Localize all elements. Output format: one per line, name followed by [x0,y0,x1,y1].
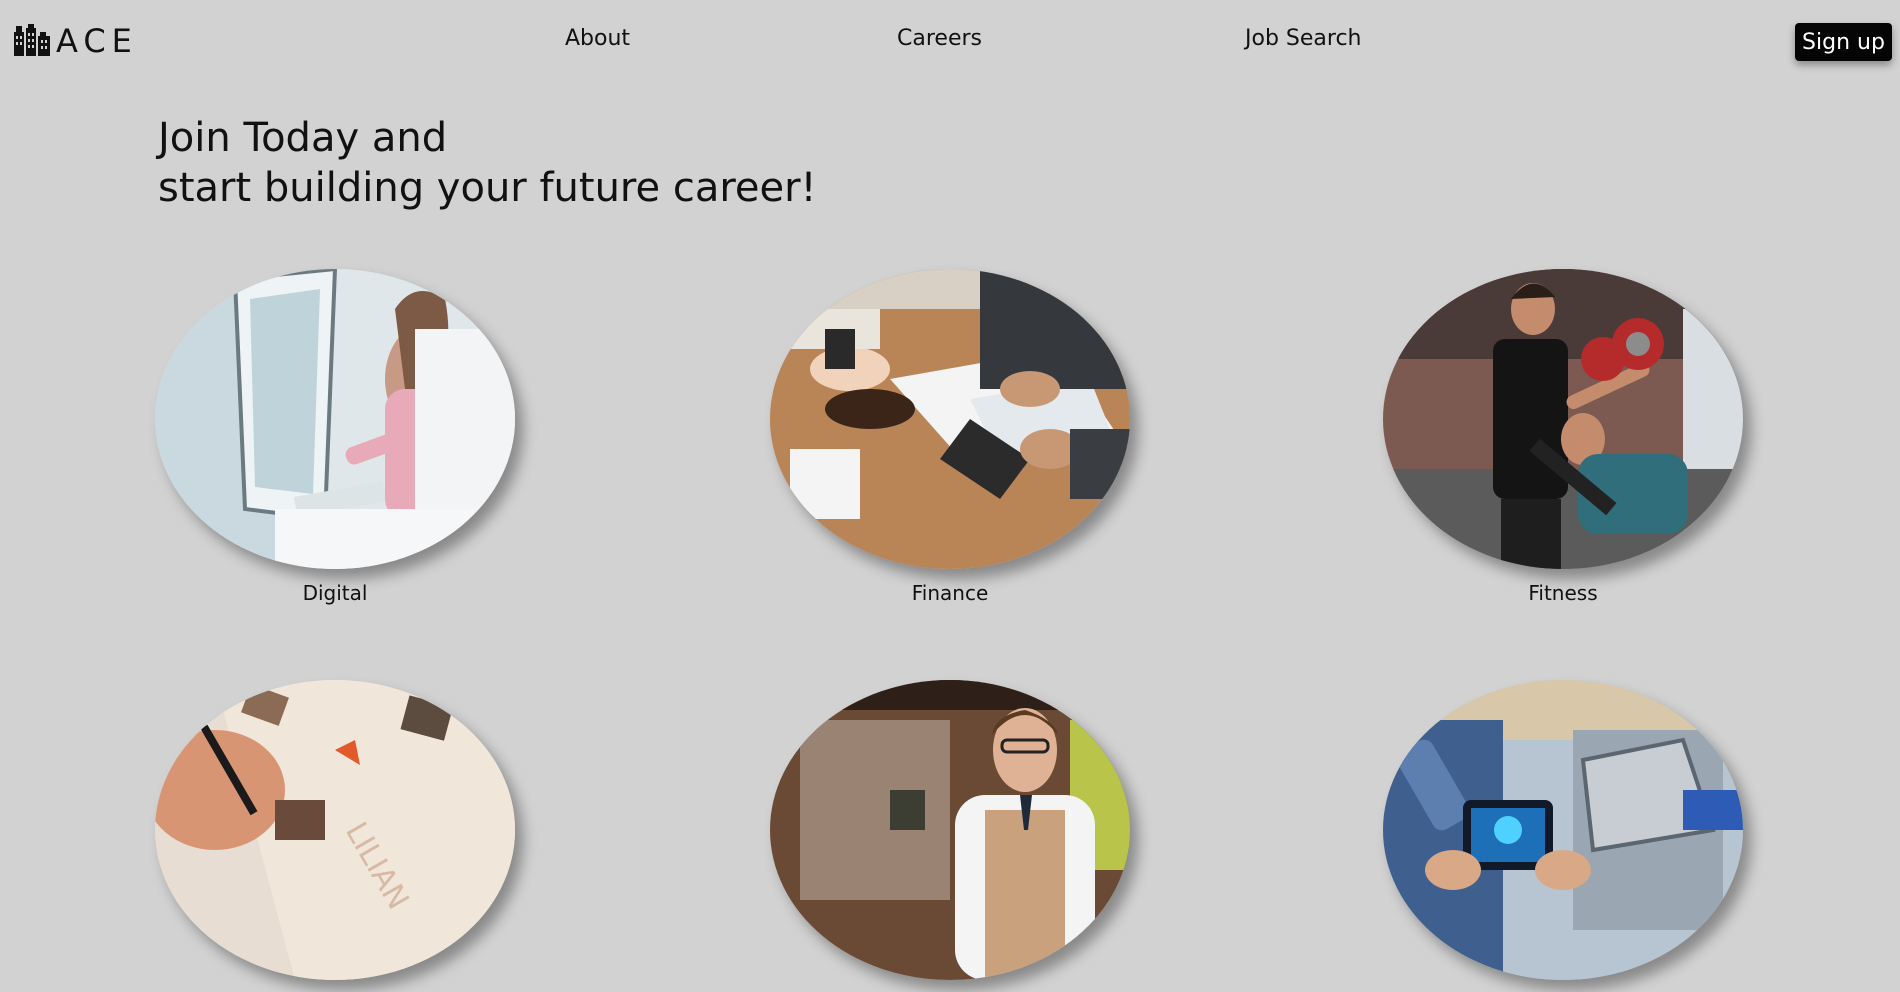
category-label-digital: Digital [302,581,368,605]
logo[interactable]: ACE [12,22,138,60]
waiter-photo [770,680,1130,980]
category-card-digital[interactable]: Digital [155,269,515,605]
nav-job-search[interactable]: Job Search [1245,26,1362,51]
category-card-fitness[interactable]: Fitness [1383,269,1743,605]
brand-name: ACE [56,22,138,60]
site-header: ACE About Careers Job Search Sign up [0,0,1900,84]
hero-line-1: Join Today and [158,115,448,161]
category-card-design[interactable]: LILIAN [155,680,515,992]
office-computer-photo [155,269,515,569]
category-label-fitness: Fitness [1528,581,1598,605]
category-card-engineering[interactable] [1383,680,1743,992]
nav-careers[interactable]: Careers [897,26,982,51]
building-icon [14,24,50,56]
category-card-finance[interactable]: Finance [770,269,1130,605]
gym-trainer-photo [1383,269,1743,569]
category-label-finance: Finance [911,581,989,605]
robotics-factory-photo [1383,680,1743,980]
nav-about[interactable]: About [565,26,630,51]
sign-up-button[interactable]: Sign up [1795,23,1892,61]
hero-line-2: start building your future career! [158,165,817,211]
category-card-hospitality[interactable] [770,680,1130,992]
design-sketch-photo: LILIAN [155,680,515,980]
hero-headline: Join Today and start building your futur… [158,113,817,213]
finance-meeting-photo [770,269,1130,569]
